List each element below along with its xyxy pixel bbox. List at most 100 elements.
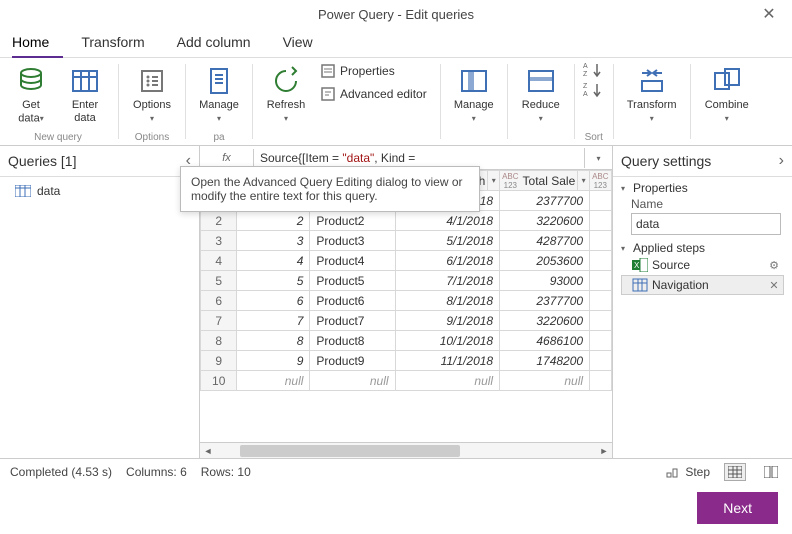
horizontal-scrollbar[interactable]: ◄ ► xyxy=(200,442,612,458)
enter-data-button[interactable]: Enter data xyxy=(60,60,110,128)
cell[interactable]: 5 xyxy=(237,271,310,291)
reduce-rows-button[interactable]: Reduce▾ xyxy=(516,60,566,128)
sort-asc-button[interactable]: AZ xyxy=(583,62,605,78)
cell[interactable]: 11/1/2018 xyxy=(395,351,500,371)
cell[interactable]: 10/1/2018 xyxy=(395,331,500,351)
cell[interactable]: 2 xyxy=(237,211,310,231)
cell[interactable]: Product8 xyxy=(310,331,395,351)
tab-transform[interactable]: Transform xyxy=(81,28,158,57)
manage-parameters-button[interactable]: Manage▾ xyxy=(194,60,244,128)
cell[interactable]: Product6 xyxy=(310,291,395,311)
cell[interactable] xyxy=(590,291,612,311)
next-button[interactable]: Next xyxy=(697,492,778,524)
cell[interactable]: 7/1/2018 xyxy=(395,271,500,291)
close-button[interactable]: ✕ xyxy=(754,4,784,24)
formula-input[interactable]: Source{[Item = "data", Kind = xyxy=(254,148,584,168)
cell[interactable] xyxy=(590,311,612,331)
table-row[interactable]: 88Product810/1/20184686100 xyxy=(201,331,612,351)
cell[interactable]: 2053600 xyxy=(500,251,590,271)
grid-view-button[interactable] xyxy=(724,463,746,481)
row-number[interactable]: 3 xyxy=(201,231,237,251)
row-number[interactable]: 8 xyxy=(201,331,237,351)
settings-collapse-button[interactable]: › xyxy=(779,152,784,170)
cell[interactable]: 7 xyxy=(237,311,310,331)
get-data-button[interactable]: Get data▾ xyxy=(6,60,56,128)
table-row[interactable]: 44Product46/1/20182053600 xyxy=(201,251,612,271)
cell[interactable]: 1748200 xyxy=(500,351,590,371)
column-filter-Order Month[interactable]: ▾ xyxy=(487,171,499,190)
tab-home[interactable]: Home xyxy=(12,28,63,58)
cell[interactable]: 6/1/2018 xyxy=(395,251,500,271)
query-item-data[interactable]: data xyxy=(4,179,195,203)
cell[interactable]: 8 xyxy=(237,331,310,351)
cell[interactable] xyxy=(590,211,612,231)
cell[interactable] xyxy=(590,371,612,391)
column-header-extra[interactable]: ABC123▾ xyxy=(590,171,612,191)
row-number[interactable]: 4 xyxy=(201,251,237,271)
cell[interactable]: null xyxy=(500,371,590,391)
table-row[interactable]: 10nullnullnullnull xyxy=(201,371,612,391)
table-row[interactable]: 22Product24/1/20183220600 xyxy=(201,211,612,231)
cell[interactable]: Product9 xyxy=(310,351,395,371)
cell[interactable]: 6 xyxy=(237,291,310,311)
row-number[interactable]: 2 xyxy=(201,211,237,231)
formula-dropdown[interactable]: ▾ xyxy=(584,148,612,168)
cell[interactable]: null xyxy=(310,371,395,391)
cell[interactable]: null xyxy=(395,371,500,391)
table-row[interactable]: 99Product911/1/20181748200 xyxy=(201,351,612,371)
column-filter-Total Sale[interactable]: ▾ xyxy=(577,171,589,190)
step-gear-icon[interactable]: ⚙ xyxy=(767,259,781,272)
applied-steps-header[interactable]: ▾Applied steps xyxy=(621,241,784,255)
cell[interactable]: 93000 xyxy=(500,271,590,291)
cell[interactable]: 4686100 xyxy=(500,331,590,351)
cell[interactable] xyxy=(590,331,612,351)
options-button[interactable]: Options▾ xyxy=(127,60,177,128)
manage-columns-button[interactable]: Manage▾ xyxy=(449,60,499,128)
cell[interactable]: 2377700 xyxy=(500,191,590,211)
cell[interactable] xyxy=(590,231,612,251)
cell[interactable]: 3 xyxy=(237,231,310,251)
table-row[interactable]: 33Product35/1/20184287700 xyxy=(201,231,612,251)
combine-button[interactable]: Combine▾ xyxy=(699,60,755,128)
table-row[interactable]: 66Product68/1/20182377700 xyxy=(201,291,612,311)
applied-step-navigation[interactable]: Navigation✕ xyxy=(621,275,784,295)
row-number[interactable]: 6 xyxy=(201,291,237,311)
cell[interactable] xyxy=(590,251,612,271)
cell[interactable]: Product5 xyxy=(310,271,395,291)
column-header-Total Sale[interactable]: ABC123Total Sale▾ xyxy=(500,171,590,191)
cell[interactable]: 4287700 xyxy=(500,231,590,251)
cell[interactable]: Product2 xyxy=(310,211,395,231)
scroll-right-arrow[interactable]: ► xyxy=(596,443,612,459)
tab-add-column[interactable]: Add column xyxy=(177,28,265,57)
transform-button[interactable]: Transform▾ xyxy=(622,60,682,128)
cell[interactable] xyxy=(590,351,612,371)
cell[interactable]: 4 xyxy=(237,251,310,271)
cell[interactable]: Product3 xyxy=(310,231,395,251)
step-delete-icon[interactable]: ✕ xyxy=(767,279,781,292)
properties-button[interactable]: Properties xyxy=(315,60,432,82)
properties-section-header[interactable]: ▾Properties xyxy=(621,181,784,195)
cell[interactable]: 2377700 xyxy=(500,291,590,311)
advanced-editor-button[interactable]: Advanced editor xyxy=(315,83,432,105)
applied-step-source[interactable]: XSource⚙ xyxy=(621,255,784,275)
cell[interactable]: Product4 xyxy=(310,251,395,271)
cell[interactable]: 9 xyxy=(237,351,310,371)
cell[interactable]: 3220600 xyxy=(500,211,590,231)
scroll-thumb[interactable] xyxy=(240,445,460,457)
query-name-input[interactable] xyxy=(631,213,781,235)
cell[interactable]: 5/1/2018 xyxy=(395,231,500,251)
cell[interactable]: 9/1/2018 xyxy=(395,311,500,331)
row-number[interactable]: 5 xyxy=(201,271,237,291)
row-number[interactable]: 9 xyxy=(201,351,237,371)
cell[interactable]: 4/1/2018 xyxy=(395,211,500,231)
cell[interactable]: null xyxy=(237,371,310,391)
row-number[interactable]: 10 xyxy=(201,371,237,391)
cell[interactable] xyxy=(590,271,612,291)
cell[interactable]: 8/1/2018 xyxy=(395,291,500,311)
cell[interactable]: 3220600 xyxy=(500,311,590,331)
table-row[interactable]: 77Product79/1/20183220600 xyxy=(201,311,612,331)
row-number[interactable]: 7 xyxy=(201,311,237,331)
step-nav[interactable]: Step xyxy=(665,465,710,479)
schema-view-button[interactable] xyxy=(760,463,782,481)
scroll-left-arrow[interactable]: ◄ xyxy=(200,443,216,459)
